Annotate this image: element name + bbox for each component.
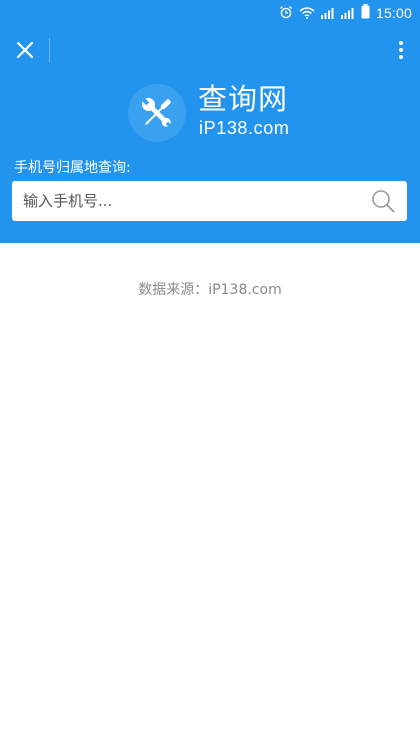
tools-wrench-screwdriver-icon [141, 97, 173, 129]
battery-icon [361, 3, 370, 23]
alarm-icon [279, 4, 293, 23]
wifi-icon [299, 4, 315, 23]
logo [128, 84, 186, 142]
more-button[interactable] [388, 35, 414, 65]
status-bar: 15:00 [0, 0, 420, 26]
signal-icon [340, 4, 355, 23]
data-source-text: 数据来源：iP138.com [138, 282, 282, 298]
search-icon[interactable] [371, 189, 395, 213]
phone-number-input[interactable] [12, 181, 367, 221]
search-box [12, 181, 407, 221]
status-time: 15:00 [375, 5, 412, 21]
logo-title: 查询网 [198, 82, 289, 116]
more-vertical-icon [399, 41, 403, 59]
signal-icon [320, 4, 335, 23]
header-divider [49, 38, 50, 62]
close-button[interactable] [10, 35, 40, 65]
logo-subtitle: iP138.com [199, 118, 290, 138]
close-icon [16, 41, 34, 59]
status-icons: 15:00 [279, 0, 412, 26]
header: 查询网 iP138.com 手机号归属地查询: [0, 26, 420, 243]
query-label: 手机号归属地查询: [14, 160, 131, 176]
